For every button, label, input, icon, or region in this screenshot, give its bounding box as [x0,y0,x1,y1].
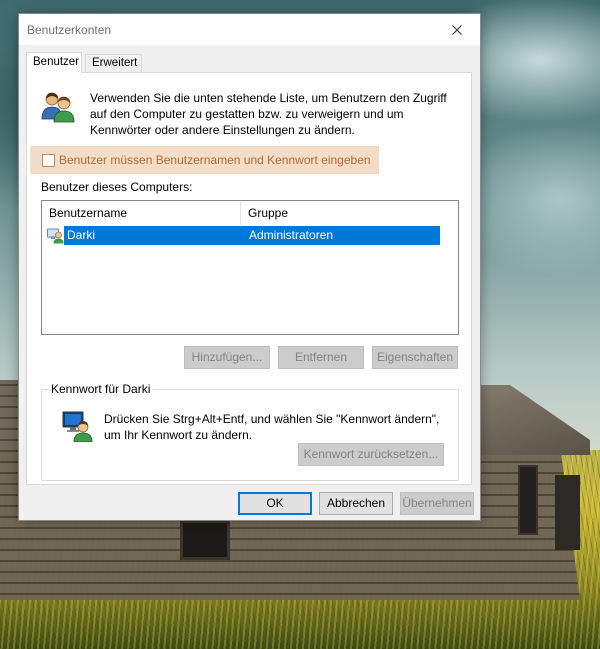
ok-button[interactable]: OK [238,492,312,515]
row-group[interactable]: Administratoren [242,226,440,245]
user-password-icon [62,411,93,442]
table-row[interactable]: Darki Administratoren [44,226,440,245]
apply-button[interactable]: Übernehmen [400,492,474,515]
user-accounts-dialog: Benutzerkonten Benutzer Erweitert Verwen… [18,13,481,521]
row-username[interactable]: Darki [64,226,242,245]
password-instructions: Drücken Sie Strg+Alt+Entf, und wählen Si… [104,412,440,442]
properties-button[interactable]: Eigenschaften [372,346,458,369]
desktop-house-door [555,475,580,550]
users-list[interactable]: Benutzername Gruppe Darki Administratore… [41,200,459,335]
users-list-label: Benutzer dieses Computers: [41,180,193,194]
add-user-button[interactable]: Hinzufügen... [184,346,270,369]
password-group-label: Kennwort für Darki [48,382,154,396]
desktop-house-window [180,520,230,560]
desktop-house-window [518,465,538,535]
title-bar[interactable]: Benutzerkonten [19,14,480,45]
tab-users[interactable]: Benutzer [26,52,82,73]
users-tab-panel: Verwenden Sie die unten stehende Liste, … [26,72,472,485]
remove-user-button[interactable]: Entfernen [278,346,364,369]
close-icon [452,24,462,35]
cancel-button[interactable]: Abbrechen [319,492,393,515]
window-title: Benutzerkonten [27,23,112,37]
users-icon [41,92,75,123]
password-group: Kennwort für Darki Drücken Sie Strg+Alt+… [41,382,459,481]
intro-text: Verwenden Sie die unten stehende Liste, … [90,91,447,137]
column-header-group[interactable]: Gruppe [241,201,458,225]
column-header-username[interactable]: Benutzername [42,201,241,225]
checkbox-box[interactable] [42,153,55,167]
require-login-label[interactable]: Benutzer müssen Benutzernamen und Kennwo… [59,153,371,167]
user-icon [47,228,64,244]
tab-advanced[interactable]: Erweitert [85,54,142,73]
reset-password-button[interactable]: Kennwort zurücksetzen... [298,443,444,466]
require-login-checkbox[interactable]: Benutzer müssen Benutzernamen und Kennwo… [30,146,379,174]
close-button[interactable] [434,14,480,45]
